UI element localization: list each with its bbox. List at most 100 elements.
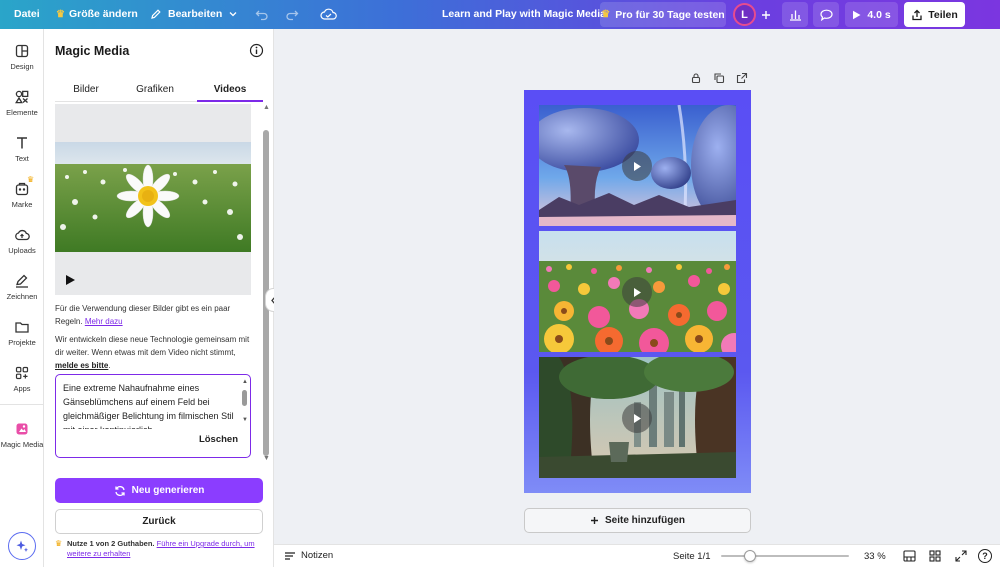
panel-scrollbar[interactable]: ▲ ▼ (262, 104, 270, 464)
rail-item-brand[interactable]: ♛ Marke (0, 175, 44, 209)
zoom-slider[interactable] (721, 549, 849, 563)
delete-label: Löschen (198, 434, 238, 445)
video-tile-forest[interactable] (539, 357, 736, 478)
tile-play-button[interactable] (622, 151, 652, 181)
avatar-initial: L (741, 8, 748, 21)
rail-item-design[interactable]: Design (0, 43, 44, 71)
rail-item-magic-media[interactable]: Magic Media (0, 421, 44, 449)
edit-menu[interactable]: Bearbeiten (150, 8, 238, 20)
prompt-textbox[interactable]: Eine extreme Nahaufnahme eines Gänseblüm… (55, 374, 251, 458)
rail-item-text[interactable]: Text (0, 135, 44, 163)
add-collaborator-button[interactable] (757, 5, 775, 24)
file-menu[interactable]: Datei (14, 8, 40, 20)
zoom-slider-track[interactable] (721, 555, 849, 557)
tab-graphics[interactable]: Grafiken (127, 84, 183, 95)
rail-label: Uploads (8, 246, 36, 255)
tile-play-button[interactable] (622, 403, 652, 433)
undo-icon[interactable] (255, 8, 269, 21)
insights-button[interactable] (782, 2, 808, 27)
scroll-up-arrow-icon[interactable]: ▲ (242, 379, 248, 385)
learn-more-link[interactable]: Mehr dazu (85, 317, 123, 326)
tab-label: Bilder (73, 84, 99, 95)
crown-icon: ♛ (601, 9, 611, 20)
resize-button[interactable]: ♛ Größe ändern (56, 8, 138, 20)
add-page-button[interactable]: Seite hinzufügen (524, 508, 751, 533)
text-icon (17, 137, 27, 149)
credits-text: Nutze 1 von 2 Guthaben. (67, 539, 155, 548)
page-indicator[interactable]: Seite 1/1 (673, 551, 711, 562)
rules-text-body: Für die Verwendung dieser Bilder gibt es… (55, 304, 231, 326)
feedback-text: Wir entwickeln diese neue Technologie ge… (55, 333, 255, 372)
panel-title: Magic Media (55, 44, 130, 58)
elements-icon (15, 90, 29, 104)
info-button[interactable] (249, 43, 264, 58)
share-label: Teilen (928, 8, 958, 21)
comments-button[interactable] (813, 2, 839, 27)
back-button[interactable]: Zurück (55, 509, 263, 534)
rail-item-elements[interactable]: Elemente (0, 89, 44, 117)
video-tile-planets[interactable] (539, 105, 736, 226)
active-tab-indicator (197, 100, 263, 102)
present-button[interactable]: 4.0 s (845, 2, 898, 27)
regenerate-button[interactable]: Neu generieren (55, 478, 263, 503)
rail-item-draw[interactable]: Zeichnen (0, 273, 44, 301)
report-link[interactable]: melde es bitte (55, 361, 108, 370)
prompt-text[interactable]: Eine extreme Nahaufnahme eines Gänseblüm… (63, 381, 237, 429)
magic-assistant-button[interactable] (8, 532, 36, 560)
rail-label: Marke (11, 200, 33, 209)
refresh-icon (114, 485, 125, 496)
thumbnails-icon[interactable] (929, 550, 941, 562)
redo-icon[interactable] (285, 8, 299, 21)
prompt-scroll-thumb[interactable] (242, 390, 247, 406)
rules-text: Für die Verwendung dieser Bilder gibt es… (55, 302, 255, 328)
document-title[interactable]: Learn and Play with Magic Media (442, 8, 606, 20)
crown-icon: ♛ (27, 175, 35, 184)
grid-view-icon[interactable] (903, 550, 916, 562)
fullscreen-icon[interactable] (955, 550, 967, 562)
rail-label: Apps (13, 384, 31, 393)
zoom-slider-thumb[interactable] (744, 550, 757, 562)
document-title-text: Learn and Play with Magic Media (442, 8, 606, 20)
cloud-saved-icon[interactable] (320, 7, 337, 21)
plus-icon (762, 10, 770, 19)
lock-icon[interactable] (690, 72, 702, 84)
rail-label: Projekte (8, 338, 36, 347)
rail-active-bg (0, 404, 44, 405)
prompt-scrollbar[interactable]: ▲ ▼ (241, 379, 248, 423)
rail-item-apps[interactable]: Apps (0, 365, 44, 393)
tile-play-button[interactable] (622, 277, 652, 307)
avatar[interactable]: L (733, 3, 756, 26)
rail-label: Magic Media (0, 440, 44, 449)
rail-item-uploads[interactable]: Uploads (0, 227, 44, 255)
scroll-down-arrow-icon[interactable]: ▼ (263, 455, 270, 462)
back-label: Zurück (142, 516, 176, 527)
cloud-upload-icon (15, 229, 30, 241)
notes-button[interactable]: Notizen (284, 550, 333, 561)
video-tile-flowers[interactable] (539, 231, 736, 352)
comment-icon (819, 9, 833, 21)
video-preview-card[interactable] (55, 104, 251, 295)
export-icon[interactable] (736, 72, 748, 84)
folder-icon (15, 322, 29, 333)
tab-images[interactable]: Bilder (58, 84, 114, 95)
feedback-period: . (108, 361, 111, 370)
rail-label: Design (10, 62, 34, 71)
play-icon (634, 413, 641, 423)
zoom-level[interactable]: 33 % (864, 551, 886, 562)
duplicate-icon[interactable] (713, 72, 725, 84)
scroll-up-arrow-icon[interactable]: ▲ (263, 104, 270, 111)
crown-icon: ♛ (55, 539, 63, 548)
delete-button[interactable]: Löschen (199, 434, 238, 445)
file-menu-label: Datei (14, 8, 40, 20)
share-button[interactable]: Teilen (904, 2, 965, 27)
play-icon[interactable] (64, 274, 76, 286)
rail-item-projects[interactable]: Projekte (0, 319, 44, 347)
rail-label: Elemente (6, 108, 38, 117)
info-icon (249, 43, 264, 58)
pro-trial-button[interactable]: ♛ Pro für 30 Tage testen (600, 2, 726, 27)
scroll-down-arrow-icon[interactable]: ▼ (242, 417, 248, 423)
sparkle-icon (16, 540, 28, 552)
tab-videos[interactable]: Videos (197, 84, 263, 95)
help-button[interactable]: ? (978, 549, 992, 563)
bottom-bar (274, 544, 1000, 567)
